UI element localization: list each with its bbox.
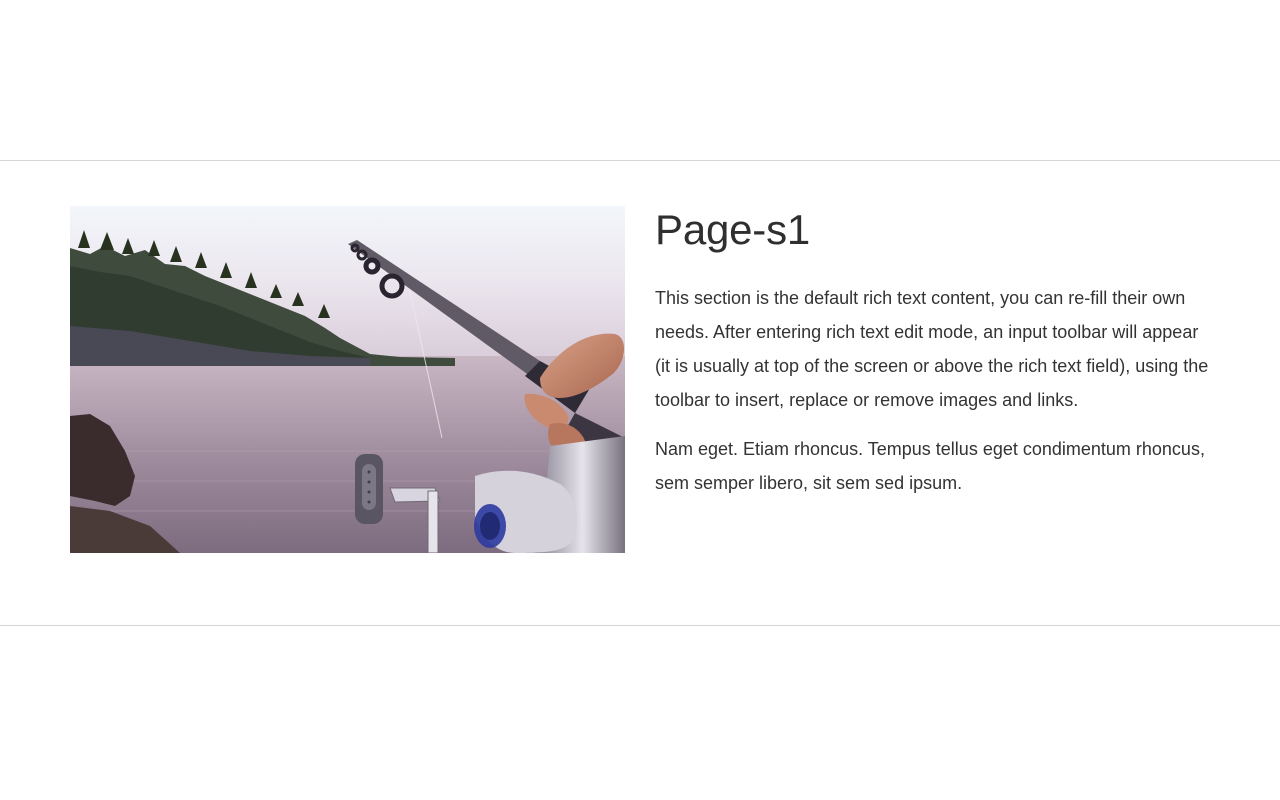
section-image[interactable]: [70, 206, 625, 553]
section-paragraph-1: This section is the default rich text co…: [655, 288, 1209, 410]
bottom-divider: [0, 625, 1280, 626]
fishing-photo-icon: [70, 206, 625, 553]
section-content: Page-s1 This section is the default rich…: [655, 206, 1210, 553]
rich-text-section: Page-s1 This section is the default rich…: [70, 206, 1210, 553]
top-divider: [0, 160, 1280, 161]
page: Page-s1 This section is the default rich…: [0, 0, 1280, 800]
section-title: Page-s1: [655, 206, 811, 253]
section-paragraph-2: Nam eget. Etiam rhoncus. Tempus tellus e…: [655, 439, 1205, 493]
